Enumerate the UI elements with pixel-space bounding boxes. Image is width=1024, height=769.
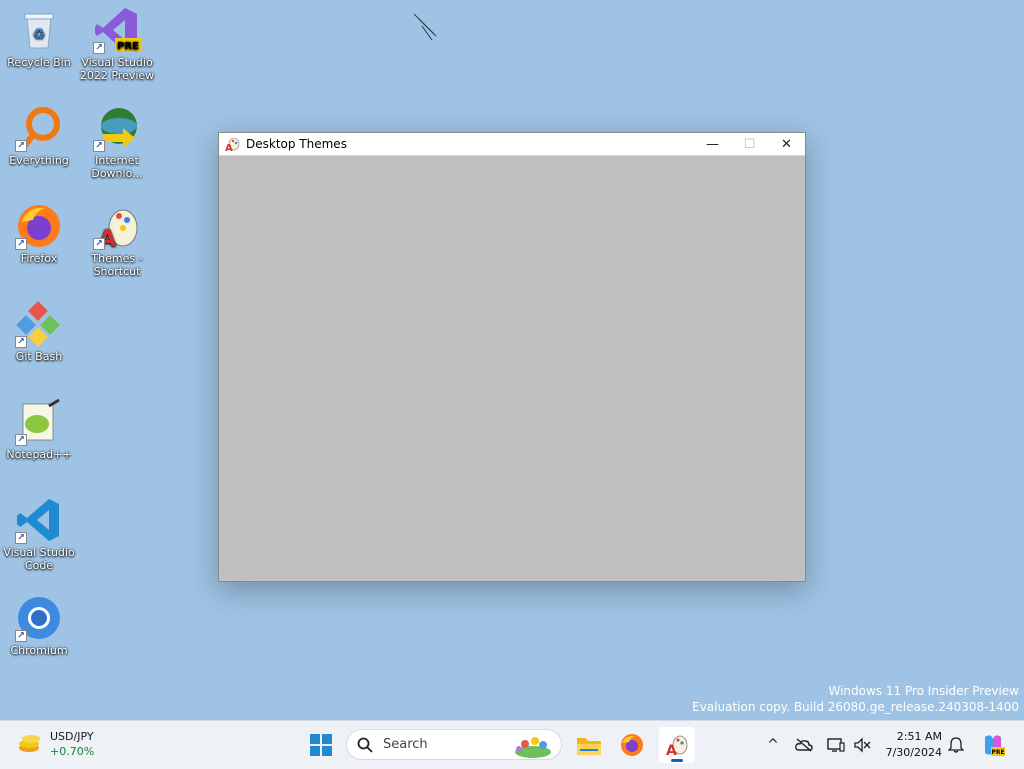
search-highlight-icon <box>515 737 551 758</box>
windows-logo-icon <box>310 734 332 756</box>
desktop-icon-firefox[interactable]: ↗ Firefox <box>1 202 77 265</box>
shortcut-arrow-icon: ↗ <box>15 140 27 152</box>
desktop-icon-label: Firefox <box>20 252 58 265</box>
volume-muted-icon[interactable] <box>852 735 872 755</box>
recycle-bin-icon: ♻ <box>15 6 63 54</box>
themes-icon: A <box>666 735 688 757</box>
widgets-button[interactable]: USD/JPY +0.70% <box>16 729 94 759</box>
taskbar: USD/JPY +0.70% Search A ^ 2:51 AM 7/30/2… <box>0 720 1024 769</box>
clock-time: 2:51 AM <box>896 730 942 743</box>
taskbar-firefox[interactable] <box>614 727 650 763</box>
taskbar-search-box[interactable]: Search <box>346 729 562 760</box>
window-client-area[interactable] <box>219 156 805 581</box>
desktop-icon-label: Everything <box>9 154 69 167</box>
vscode-icon: ↗ <box>15 496 63 544</box>
desktop-icon-git-bash[interactable]: ↗ Git Bash <box>1 300 77 363</box>
evaluation-watermark: Windows 11 Pro Insider Preview Evaluatio… <box>692 683 1019 715</box>
svg-text:♻: ♻ <box>33 27 46 43</box>
desktop-icon-internet-download-manager[interactable]: ↗ Internet Downlo... <box>79 104 155 180</box>
git-bash-icon: ↗ <box>15 300 63 348</box>
svg-text:A: A <box>225 143 233 152</box>
copilot-preview-icon[interactable]: PRE <box>980 732 1006 758</box>
widget-currency-change: +0.70% <box>50 745 95 758</box>
desktop-icon-label: Internet Downlo... <box>91 154 143 180</box>
desktop-icon-notepad-plus-plus[interactable]: ↗ Notepad++ <box>1 398 77 461</box>
minimize-button[interactable]: — <box>694 133 731 155</box>
desktop-icon-label: Chromium <box>10 644 68 657</box>
cursor-trail-icon <box>413 13 437 41</box>
svg-text:PRE: PRE <box>117 41 139 52</box>
firefox-icon: ↗ <box>15 202 63 250</box>
firefox-icon <box>621 734 643 756</box>
desktop-icon-chromium[interactable]: ↗ Chromium <box>1 594 77 657</box>
notepad-plus-plus-icon: ↗ <box>15 398 63 446</box>
desktop-icon-label: Themes - Shortcut <box>91 252 143 278</box>
taskbar-desktop-themes[interactable]: A <box>659 727 695 763</box>
svg-text:A: A <box>666 743 677 757</box>
internet-download-manager-icon: ↗ <box>93 104 141 152</box>
desktop-icon-themes-shortcut[interactable]: A ↗ Themes - Shortcut <box>79 202 155 278</box>
themes-app-icon: A <box>225 137 240 152</box>
notification-bell-icon[interactable] <box>946 735 966 755</box>
svg-text:PRE: PRE <box>991 749 1004 756</box>
desktop-icon-label: Recycle Bin <box>7 56 71 69</box>
visual-studio-icon: PRE ↗ <box>93 6 141 54</box>
shortcut-arrow-icon: ↗ <box>15 336 27 348</box>
shortcut-arrow-icon: ↗ <box>93 140 105 152</box>
folder-icon <box>577 738 601 755</box>
show-hidden-icons-button[interactable]: ^ <box>763 735 783 755</box>
search-placeholder: Search <box>383 737 428 752</box>
shortcut-arrow-icon: ↗ <box>93 42 105 54</box>
themes-icon: A ↗ <box>93 202 141 250</box>
desktop-icon-label: Visual Studio 2022 Preview <box>79 56 155 82</box>
watermark-line-2: Evaluation copy. Build 26080.ge_release.… <box>692 700 1019 714</box>
close-button[interactable]: ✕ <box>768 133 805 155</box>
desktop-icon-label: Visual Studio Code <box>3 546 75 572</box>
shortcut-arrow-icon: ↗ <box>15 532 27 544</box>
search-icon <box>357 737 373 753</box>
desktop-themes-window[interactable]: A Desktop Themes — ☐ ✕ <box>218 132 806 582</box>
shortcut-arrow-icon: ↗ <box>93 238 105 250</box>
widget-currency-pair: USD/JPY <box>50 730 94 743</box>
window-titlebar[interactable]: A Desktop Themes — ☐ ✕ <box>219 133 805 156</box>
desktop-icon-label: Git Bash <box>15 350 63 363</box>
active-app-indicator <box>671 759 683 762</box>
desktop-icon-everything[interactable]: ↗ Everything <box>1 104 77 167</box>
shortcut-arrow-icon: ↗ <box>15 630 27 642</box>
everything-magnifier-icon: ↗ <box>15 104 63 152</box>
watermark-line-1: Windows 11 Pro Insider Preview <box>828 684 1019 698</box>
start-button[interactable] <box>303 727 339 763</box>
desktop-icon-visual-studio-preview[interactable]: PRE ↗ Visual Studio 2022 Preview <box>79 6 155 82</box>
shortcut-arrow-icon: ↗ <box>15 434 27 446</box>
onedrive-offline-icon[interactable] <box>794 735 814 755</box>
network-icon[interactable] <box>826 735 846 755</box>
maximize-button[interactable]: ☐ <box>731 133 768 155</box>
window-controls: — ☐ ✕ <box>694 133 805 155</box>
shortcut-arrow-icon: ↗ <box>15 238 27 250</box>
desktop-icon-vscode[interactable]: ↗ Visual Studio Code <box>1 496 77 572</box>
clock-date: 7/30/2024 <box>885 746 942 759</box>
desktop-icon-recycle-bin[interactable]: ♻ Recycle Bin <box>1 6 77 69</box>
chromium-icon: ↗ <box>15 594 63 642</box>
window-title: Desktop Themes <box>246 137 347 151</box>
desktop-icon-label: Notepad++ <box>6 448 72 461</box>
taskbar-file-explorer[interactable] <box>571 727 607 763</box>
taskbar-clock[interactable]: 2:51 AM 7/30/2024 <box>880 729 942 761</box>
currency-icon <box>19 735 40 752</box>
